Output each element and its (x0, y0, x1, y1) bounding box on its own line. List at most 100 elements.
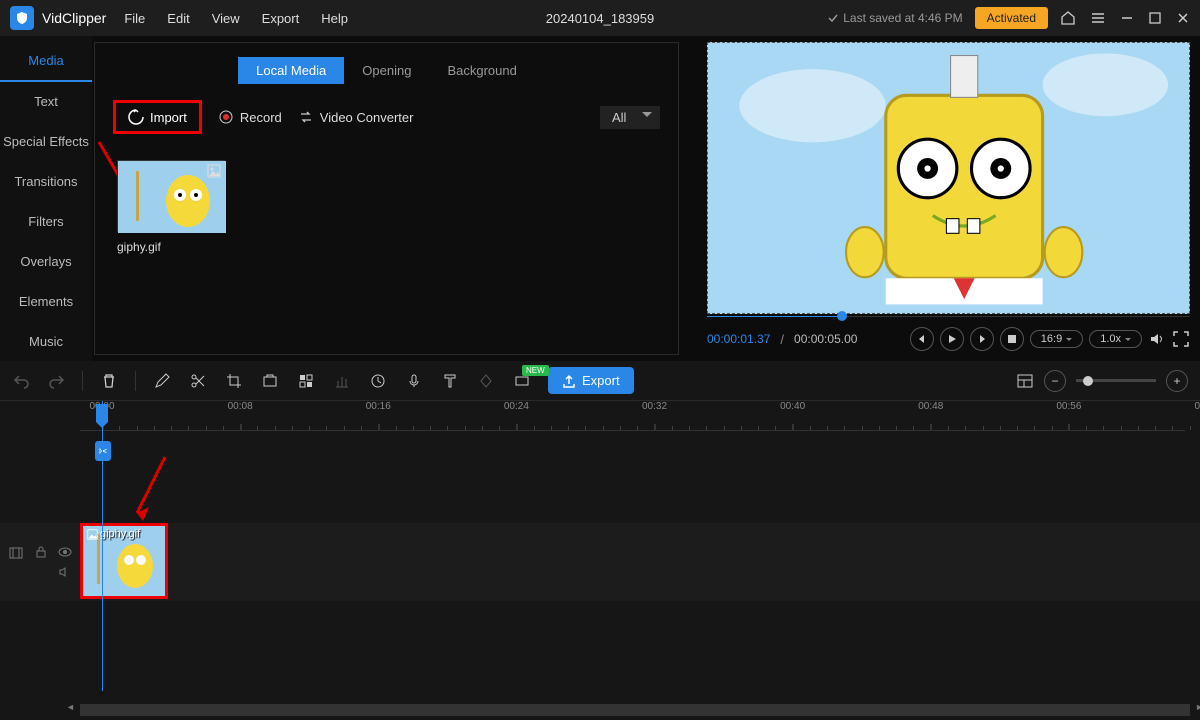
split-tool[interactable] (188, 371, 208, 391)
fullscreen-icon[interactable] (1172, 330, 1190, 348)
redo-button[interactable] (46, 371, 66, 391)
aspect-ratio-dropdown[interactable]: 16:9 (1030, 330, 1083, 348)
clip-label: giphy.gif (87, 528, 140, 540)
home-icon[interactable] (1060, 10, 1076, 26)
thumbnail-label: giphy.gif (117, 240, 225, 254)
film-icon[interactable] (8, 545, 24, 561)
track-controls (0, 545, 80, 579)
converter-icon (298, 109, 314, 125)
video-track[interactable] (0, 523, 1200, 601)
view-mode-icon[interactable] (1016, 372, 1034, 390)
step-back-button[interactable] (910, 327, 934, 351)
sidebar-item-media[interactable]: Media (0, 42, 92, 82)
ruler-tick: 00:24 (504, 401, 529, 412)
eye-icon[interactable] (58, 545, 72, 559)
preview-panel: 00:00:01.37 / 00:00:05.00 16:9 1.0x (679, 36, 1200, 361)
sidebar-item-transitions[interactable]: Transitions (0, 162, 92, 202)
timeline-panel: NEW Export − + 00:0000:0800:1600:2400:32… (0, 361, 1200, 720)
sidebar-item-music[interactable]: Music (0, 321, 92, 361)
titlebar: VidClipper File Edit View Export Help 20… (0, 0, 1200, 36)
voiceover-tool[interactable] (404, 371, 424, 391)
playhead[interactable] (96, 404, 108, 422)
play-button[interactable] (940, 327, 964, 351)
keyframe-tool[interactable] (476, 371, 496, 391)
ruler-tick: 00:08 (228, 401, 253, 412)
menu-help[interactable]: Help (321, 11, 348, 26)
app-logo (10, 6, 34, 30)
zoom-slider[interactable] (1076, 379, 1156, 382)
time-total: 00:00:05.00 (794, 332, 857, 346)
activated-badge[interactable]: Activated (975, 7, 1048, 29)
ruler-tick: 00:40 (780, 401, 805, 412)
tab-opening[interactable]: Opening (344, 57, 429, 84)
delete-button[interactable] (99, 371, 119, 391)
timeline-ruler[interactable]: 00:0000:0800:1600:2400:3200:4000:4800:56… (80, 401, 1185, 431)
close-icon[interactable] (1176, 11, 1190, 25)
timeline-toolbar: NEW Export − + (0, 361, 1200, 401)
mute-icon[interactable] (58, 565, 72, 579)
hamburger-icon[interactable] (1090, 10, 1106, 26)
image-badge-icon (87, 529, 98, 540)
ruler-tick: 00:48 (918, 401, 943, 412)
new-badge: NEW (522, 365, 549, 376)
freeze-tool[interactable] (332, 371, 352, 391)
media-panel: Local Media Opening Background Import Re… (94, 42, 679, 355)
thumbnail-image (117, 160, 225, 232)
media-filter-dropdown[interactable]: All (600, 106, 660, 129)
scrubber-knob[interactable] (837, 311, 847, 321)
ruler-tick: 00:16 (366, 401, 391, 412)
media-thumbnail[interactable]: giphy.gif (117, 160, 225, 254)
stop-button[interactable] (1000, 327, 1024, 351)
duration-tool[interactable] (368, 371, 388, 391)
menu-edit[interactable]: Edit (167, 11, 189, 26)
ruler-tick: 00:56 (1056, 401, 1081, 412)
cut-marker-icon[interactable]: ✂ (95, 441, 111, 461)
preview-scrubber[interactable] (707, 316, 1190, 317)
sidebar-item-elements[interactable]: Elements (0, 281, 92, 321)
tab-local-media[interactable]: Local Media (238, 57, 344, 84)
ruler-tick: 00:32 (642, 401, 667, 412)
maximize-icon[interactable] (1148, 11, 1162, 25)
sidebar-item-overlays[interactable]: Overlays (0, 241, 92, 281)
volume-icon[interactable] (1148, 330, 1166, 348)
sidebar-item-text[interactable]: Text (0, 82, 92, 122)
export-icon (562, 374, 576, 388)
preview-canvas[interactable] (707, 42, 1190, 314)
sidebar: Media Text Special Effects Transitions F… (0, 36, 92, 361)
timeline-tracks: ✂ (0, 431, 1200, 704)
zoom-in-button[interactable]: + (1166, 370, 1188, 392)
save-status: Last saved at 4:46 PM (827, 11, 962, 25)
tab-background[interactable]: Background (429, 57, 534, 84)
record-button[interactable]: Record (218, 109, 282, 125)
menu-file[interactable]: File (124, 11, 145, 26)
timeline-scrollbar[interactable] (80, 704, 1190, 716)
menu-export[interactable]: Export (262, 11, 300, 26)
sidebar-item-filters[interactable]: Filters (0, 202, 92, 242)
import-icon (128, 109, 144, 125)
playhead-line (102, 401, 103, 691)
image-badge-icon (207, 164, 221, 178)
app-name: VidClipper (42, 10, 106, 26)
record-icon (218, 109, 234, 125)
speed-dropdown[interactable]: 1.0x (1089, 330, 1142, 348)
document-title: 20240104_183959 (546, 11, 654, 26)
zoom-out-button[interactable]: − (1044, 370, 1066, 392)
main-menu: File Edit View Export Help (124, 11, 348, 26)
edit-tool[interactable] (152, 371, 172, 391)
undo-button[interactable] (12, 371, 32, 391)
export-button[interactable]: Export (548, 367, 634, 394)
text-to-speech-tool[interactable] (440, 371, 460, 391)
step-forward-button[interactable] (970, 327, 994, 351)
time-current: 00:00:01.37 (707, 332, 770, 346)
mosaic-tool[interactable] (296, 371, 316, 391)
import-button[interactable]: Import (113, 100, 202, 134)
crop-tool[interactable] (224, 371, 244, 391)
menu-view[interactable]: View (212, 11, 240, 26)
screenshot-tool[interactable] (260, 371, 280, 391)
timeline-clip[interactable]: giphy.gif (80, 523, 168, 599)
video-converter-button[interactable]: Video Converter (298, 109, 414, 125)
lock-icon[interactable] (34, 545, 48, 559)
minimize-icon[interactable] (1120, 11, 1134, 25)
check-icon (827, 12, 839, 24)
sidebar-item-effects[interactable]: Special Effects (0, 122, 92, 162)
